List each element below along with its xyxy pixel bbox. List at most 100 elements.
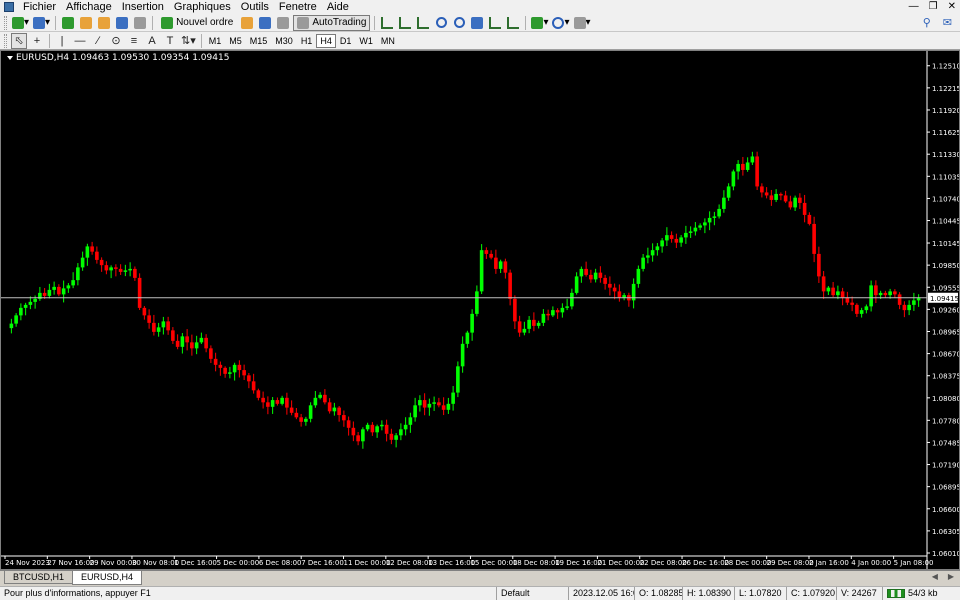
candle-bear bbox=[764, 192, 769, 196]
timeframe-m1[interactable]: M1 bbox=[205, 34, 226, 48]
menu-bar: Fichier Affichage Insertion Graphiques O… bbox=[0, 0, 960, 14]
price-tick-label: 1.10145 bbox=[932, 240, 959, 248]
candle-bull bbox=[19, 307, 23, 316]
candlestick-button[interactable] bbox=[397, 15, 413, 31]
bar-chart-button[interactable] bbox=[379, 15, 395, 31]
candle-bull bbox=[460, 343, 465, 367]
timeframe-m15[interactable]: M15 bbox=[246, 34, 272, 48]
candle-bear bbox=[42, 292, 47, 296]
toolbar-grip[interactable] bbox=[4, 33, 7, 48]
candle-bear bbox=[807, 214, 812, 224]
line-chart-button[interactable] bbox=[415, 15, 431, 31]
profiles-button[interactable]: ▾ bbox=[32, 15, 51, 31]
menu-outils[interactable]: Outils bbox=[236, 1, 274, 14]
autoscroll-button[interactable] bbox=[487, 15, 503, 31]
candle-bear bbox=[190, 342, 194, 349]
menu-affichage[interactable]: Affichage bbox=[61, 1, 117, 14]
candlestick-chart[interactable]: 1.12510 1.12215 1.11920 1.11625 1.11330 1.110… bbox=[1, 51, 959, 569]
status-connection[interactable]: 54/3 kb bbox=[882, 587, 960, 600]
price-tick-label: 1.08670 bbox=[932, 351, 959, 359]
text-icon: A bbox=[148, 34, 156, 47]
crosshair-button[interactable]: + bbox=[29, 33, 45, 49]
new-chart-button[interactable]: ▾ bbox=[11, 15, 30, 31]
close-icon[interactable]: ✕ bbox=[948, 1, 956, 12]
menu-fichier[interactable]: Fichier bbox=[18, 1, 61, 14]
strategy-tester-button[interactable] bbox=[132, 15, 148, 31]
cursor-button[interactable]: ⬁ bbox=[11, 32, 27, 49]
candle-bear bbox=[489, 253, 493, 258]
restore-icon[interactable]: ❐ bbox=[929, 1, 938, 12]
chart-window[interactable]: 1.12510 1.12215 1.11920 1.11625 1.11330 1.110… bbox=[0, 50, 960, 570]
templates-button[interactable]: ▾ bbox=[573, 15, 592, 31]
toolbar-separator bbox=[374, 15, 376, 30]
candle-bear bbox=[346, 420, 351, 428]
bar-chart-icon bbox=[381, 16, 394, 29]
candle-bear bbox=[384, 424, 389, 434]
price-tick-label: 1.12510 bbox=[932, 63, 959, 71]
menu-insertion[interactable]: Insertion bbox=[117, 1, 169, 14]
tab-btcusd-h1[interactable]: BTCUSD,H1 bbox=[4, 571, 74, 584]
candle-bull bbox=[280, 397, 284, 404]
current-price-label: 1.09415 bbox=[930, 295, 959, 303]
minimize-icon[interactable]: — bbox=[909, 1, 919, 12]
terminal-button[interactable] bbox=[114, 15, 130, 31]
new-order-button[interactable]: Nouvel ordre bbox=[157, 15, 237, 31]
timeframe-w1[interactable]: W1 bbox=[355, 34, 377, 48]
menu-fenetre[interactable]: Fenetre bbox=[274, 1, 322, 14]
navigator-button[interactable] bbox=[96, 15, 112, 31]
candle-bull bbox=[679, 237, 683, 243]
vertical-line-button[interactable]: | bbox=[54, 33, 70, 49]
menu-graphiques[interactable]: Graphiques bbox=[169, 1, 236, 14]
candle-bull bbox=[399, 429, 403, 436]
collapse-triangle-icon[interactable] bbox=[7, 55, 13, 60]
chart-shift-button[interactable] bbox=[505, 15, 521, 31]
candle-bear bbox=[893, 291, 897, 295]
zoom-in-button[interactable] bbox=[433, 15, 449, 31]
fibonacci-button[interactable]: ≡ bbox=[126, 33, 142, 49]
candle-bear bbox=[104, 265, 109, 271]
community-icon bbox=[259, 16, 272, 29]
candle-bear bbox=[114, 267, 118, 269]
text-label-icon: T bbox=[166, 34, 174, 47]
scroll-left-icon[interactable]: ◀ bbox=[932, 572, 938, 581]
candle-bear bbox=[788, 201, 793, 208]
candle-bear bbox=[584, 268, 588, 275]
market-watch-button[interactable] bbox=[60, 15, 76, 31]
periods-button[interactable]: ▾ bbox=[551, 15, 570, 31]
app-icon[interactable] bbox=[4, 2, 14, 12]
text-label-button[interactable]: T bbox=[162, 33, 178, 49]
timeframe-m30[interactable]: M30 bbox=[271, 34, 297, 48]
price-tick-label: 1.10445 bbox=[932, 218, 959, 226]
timeframe-h1[interactable]: H1 bbox=[297, 34, 317, 48]
candle-bull bbox=[641, 257, 645, 269]
timeframe-m5[interactable]: M5 bbox=[225, 34, 246, 48]
scroll-right-icon[interactable]: ▶ bbox=[948, 572, 954, 581]
toolbar-grip[interactable] bbox=[4, 15, 7, 30]
candle-bull bbox=[836, 291, 840, 296]
zoom-out-button[interactable] bbox=[451, 15, 467, 31]
price-tick-label: 1.12215 bbox=[932, 85, 959, 93]
community-button[interactable] bbox=[257, 15, 273, 31]
timeframe-mn[interactable]: MN bbox=[377, 34, 399, 48]
metaeditor-button[interactable] bbox=[239, 15, 255, 31]
search-icon[interactable]: ⚲ bbox=[923, 16, 931, 29]
timeframe-d1[interactable]: D1 bbox=[336, 34, 356, 48]
data-window-button[interactable] bbox=[78, 15, 94, 31]
menu-aide[interactable]: Aide bbox=[322, 1, 354, 14]
window-controls: — ❐ ✕ bbox=[909, 1, 956, 12]
candle-bull bbox=[916, 298, 921, 301]
trendline-button[interactable]: ∕ bbox=[90, 33, 106, 49]
equidistant-channel-button[interactable]: ⊙ bbox=[108, 33, 124, 49]
arrows-button[interactable]: ⇅▾ bbox=[180, 33, 197, 49]
autotrading-button[interactable]: AutoTrading bbox=[293, 14, 371, 31]
horizontal-line-button[interactable]: — bbox=[72, 33, 88, 49]
tile-windows-button[interactable] bbox=[469, 15, 485, 31]
chat-icon[interactable]: ✉ bbox=[943, 16, 952, 29]
text-button[interactable]: A bbox=[144, 33, 160, 49]
tab-eurusd-h4[interactable]: EURUSD,H4 bbox=[72, 571, 143, 585]
signals-button[interactable] bbox=[275, 15, 291, 31]
indicators-button[interactable]: ▾ bbox=[530, 15, 549, 31]
time-tick-label: 5 Dec 00:00 bbox=[217, 559, 260, 567]
candle-bull bbox=[726, 186, 731, 198]
timeframe-h4[interactable]: H4 bbox=[316, 33, 336, 48]
